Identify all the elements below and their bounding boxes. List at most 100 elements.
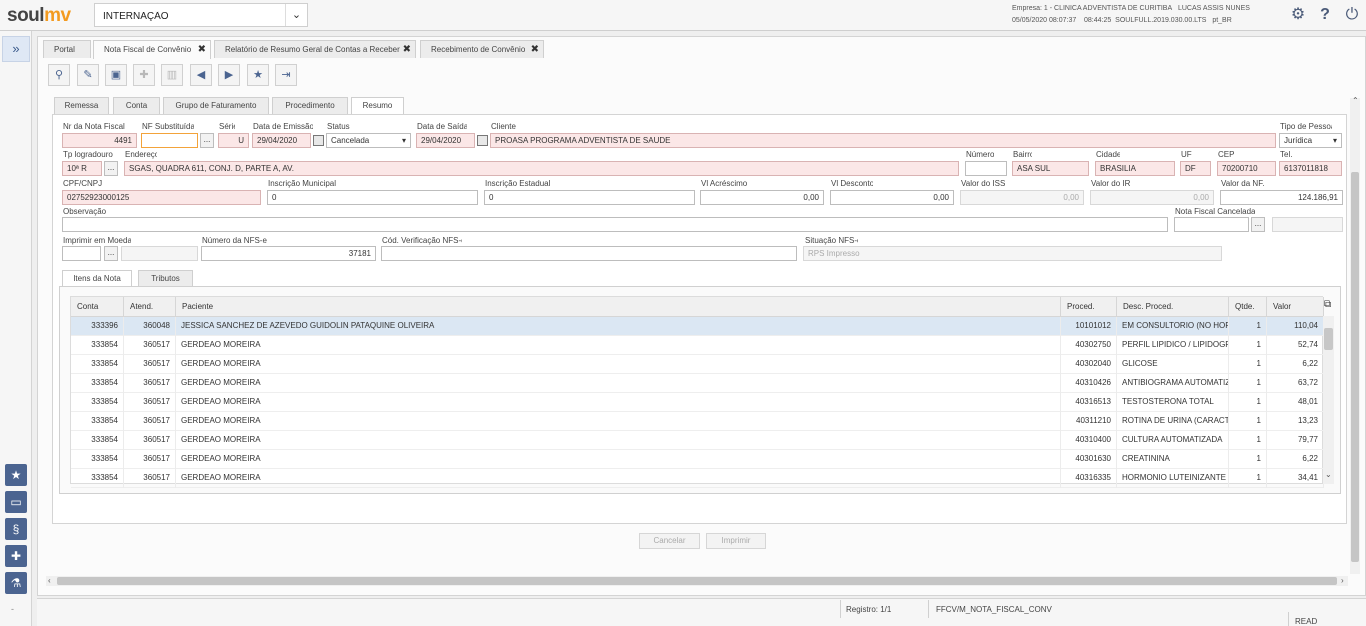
- tab-recebimento[interactable]: Recebimento de Convênio ✖: [420, 40, 544, 58]
- add-button[interactable]: ✚: [133, 64, 155, 86]
- vl-desconto-field[interactable]: 0,00: [830, 190, 954, 205]
- table-row[interactable]: 333854 360517 GERDEAO MOREIRA 40301630 CREAT…: [71, 450, 1324, 469]
- bairro-field[interactable]: ASA SUL: [1012, 161, 1089, 176]
- grid-scroll-thumb[interactable]: [1324, 328, 1333, 350]
- scroll-left-icon[interactable]: ‹: [48, 576, 51, 585]
- horizontal-scroll-thumb[interactable]: [57, 577, 1337, 585]
- nr-nota-label: Nr da Nota Fiscal: [63, 122, 125, 131]
- export-button[interactable]: ⇥: [275, 64, 297, 86]
- subtab-remessa[interactable]: Remessa: [54, 97, 109, 114]
- tab-label: Recebimento de Convênio: [431, 45, 526, 54]
- module-select[interactable]: INTERNAÇÃO ⌄: [94, 3, 308, 27]
- favorites-star-icon[interactable]: ★: [5, 464, 27, 486]
- expand-menu-button[interactable]: »: [2, 36, 30, 62]
- tab-nota-fiscal[interactable]: Nota Fiscal de Convênio ✖: [93, 40, 211, 59]
- table-row[interactable]: 333854 360517 GERDEAO MOREIRA 40302750 PERFI…: [71, 336, 1324, 355]
- imprimir-button[interactable]: Imprimir: [706, 533, 766, 549]
- nf-subst-lookup-button[interactable]: ...: [200, 133, 214, 148]
- save-button[interactable]: ▣: [105, 64, 127, 86]
- cell-desc-proced: EM CONSULTORIO (NO HORA: [1117, 317, 1229, 336]
- serie-field[interactable]: U: [218, 133, 249, 148]
- next-button[interactable]: ▶: [218, 64, 240, 86]
- cliente-field[interactable]: PROASA PROGRAMA ADVENTISTA DE SAUDE: [490, 133, 1276, 148]
- main-scroll-thumb[interactable]: [1351, 172, 1359, 562]
- delete-button[interactable]: ▥: [161, 64, 183, 86]
- col-header-desc-proced[interactable]: Desc. Proced.: [1117, 297, 1229, 317]
- cidade-field[interactable]: BRASILIA: [1095, 161, 1175, 176]
- close-icon[interactable]: ✖: [403, 41, 411, 58]
- numero-field[interactable]: [965, 161, 1007, 176]
- imprimir-moeda-field[interactable]: [62, 246, 101, 261]
- nf-cancelada-field[interactable]: [1174, 217, 1249, 232]
- status-select[interactable]: Cancelada ▾: [326, 133, 411, 148]
- numero-nfse-field[interactable]: 37181: [201, 246, 376, 261]
- subtab-grupo-faturamento[interactable]: Grupo de Faturamento: [163, 97, 269, 114]
- table-row[interactable]: 333854 360517 GERDEAO MOREIRA 40302040 GLICO…: [71, 355, 1324, 374]
- folder-icon[interactable]: ▭: [5, 491, 27, 513]
- cpf-cnpj-field[interactable]: 02752923000125: [62, 190, 261, 205]
- observacao-field[interactable]: [62, 217, 1168, 232]
- table-row[interactable]: 333854 360517 GERDEAO MOREIRA 40311210 ROTIN…: [71, 412, 1324, 431]
- col-header-qtde[interactable]: Qtde.: [1229, 297, 1267, 317]
- favorite-button[interactable]: ★: [247, 64, 269, 86]
- help-icon[interactable]: ?: [1315, 5, 1335, 25]
- tp-logradouro-lookup-button[interactable]: ...: [104, 161, 118, 176]
- subtab-resumo[interactable]: Resumo: [351, 97, 404, 115]
- mode-text: READ: [1295, 617, 1318, 626]
- tab-itens-nota[interactable]: Itens da Nota: [62, 270, 132, 287]
- scroll-right-icon[interactable]: ›: [1341, 576, 1344, 585]
- tab-portal[interactable]: Portal: [43, 40, 91, 58]
- calendar-icon[interactable]: [477, 135, 488, 146]
- col-header-atend[interactable]: Atend.: [124, 297, 176, 317]
- scroll-down-icon[interactable]: ⌄: [1325, 470, 1332, 479]
- microscope-icon[interactable]: ⚗: [5, 572, 27, 594]
- tab-tributos[interactable]: Tributos: [138, 270, 193, 286]
- close-icon[interactable]: ✖: [531, 41, 539, 58]
- cod-verif-field[interactable]: [381, 246, 797, 261]
- col-header-proced[interactable]: Proced.: [1061, 297, 1117, 317]
- subtab-procedimento[interactable]: Procedimento: [272, 97, 348, 114]
- tel-field[interactable]: 6137011818: [1279, 161, 1342, 176]
- chevron-down-icon: ▾: [1332, 136, 1337, 145]
- tp-logradouro-field[interactable]: 10ª R: [62, 161, 102, 176]
- stethoscope-icon[interactable]: §: [5, 518, 27, 540]
- clear-button[interactable]: ✎: [77, 64, 99, 86]
- table-row[interactable]: 333854 360517 GERDEAO MOREIRA 40310426 ANTIB…: [71, 374, 1324, 393]
- table-row[interactable]: 333854 360517 GERDEAO MOREIRA 40316335 HORMO…: [71, 469, 1324, 488]
- cep-field[interactable]: 70200710: [1217, 161, 1276, 176]
- search-button[interactable]: ⚲: [48, 64, 70, 86]
- table-row[interactable]: 333396 360048 JESSICA SANCHEZ DE AZEVEDO G…: [71, 317, 1324, 336]
- tab-relatorio[interactable]: Relatório de Resumo Geral de Contas a Re…: [214, 40, 416, 58]
- endereco-field[interactable]: SGAS, QUADRA 611, CONJ. D, PARTE A, AV.: [124, 161, 959, 176]
- vl-acrescimo-field[interactable]: 0,00: [700, 190, 824, 205]
- valor-nf-field[interactable]: 124.186,91: [1220, 190, 1343, 205]
- nf-subst-field[interactable]: [141, 133, 198, 148]
- column-config-icon[interactable]: ⧉: [1324, 299, 1331, 310]
- tipo-pessoa-select[interactable]: Jurídica ▾: [1279, 133, 1342, 148]
- nr-nota-field[interactable]: 4491: [62, 133, 137, 148]
- col-header-paciente[interactable]: Paciente: [176, 297, 1061, 317]
- bairro-label: Bairro: [1013, 150, 1032, 159]
- cancelar-button[interactable]: Cancelar: [639, 533, 700, 549]
- data-emissao-field[interactable]: 29/04/2020: [252, 133, 311, 148]
- data-saida-field[interactable]: 29/04/2020: [416, 133, 475, 148]
- imprimir-moeda-lookup-button[interactable]: ...: [104, 246, 118, 261]
- table-row[interactable]: 333854 360517 GERDEAO MOREIRA 40310400 CULTU…: [71, 431, 1324, 450]
- scroll-up-icon[interactable]: ⌃: [1352, 96, 1359, 105]
- subtab-conta[interactable]: Conta: [113, 97, 160, 114]
- insc-municipal-field[interactable]: 0: [267, 190, 478, 205]
- calendar-icon[interactable]: [313, 135, 324, 146]
- medical-kit-icon[interactable]: ✚: [5, 545, 27, 567]
- col-header-conta[interactable]: Conta: [71, 297, 124, 317]
- close-icon[interactable]: ✖: [198, 41, 206, 58]
- table-row[interactable]: 333854 360517 GERDEAO MOREIRA 40316513 TESTO…: [71, 393, 1324, 412]
- uf-field[interactable]: DF: [1180, 161, 1211, 176]
- gear-icon[interactable]: ⚙: [1288, 5, 1308, 25]
- insc-estadual-field[interactable]: 0: [484, 190, 695, 205]
- previous-button[interactable]: ◀: [190, 64, 212, 86]
- nf-cancelada-lookup-button[interactable]: ...: [1251, 217, 1265, 232]
- col-header-valor[interactable]: Valor: [1267, 297, 1324, 317]
- session-info: Empresa: 1 - CLINICA ADVENTISTA DE CURIT…: [1012, 3, 1272, 27]
- power-icon[interactable]: ⏻: [1342, 5, 1362, 25]
- valor-nf-label: Valor da NF.: [1221, 179, 1265, 188]
